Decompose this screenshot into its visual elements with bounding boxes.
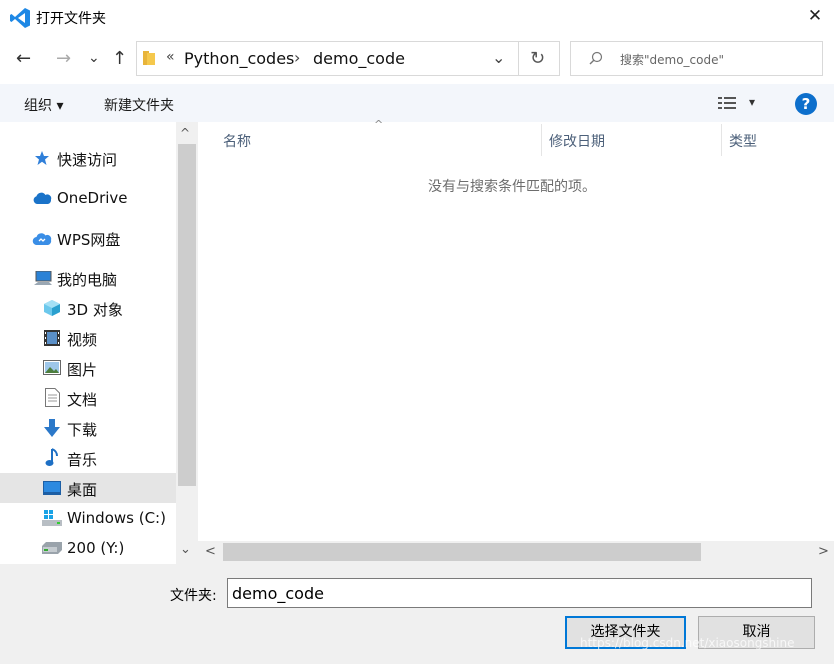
folder-name-input[interactable] bbox=[227, 578, 812, 608]
pictures-icon bbox=[43, 360, 61, 375]
windows-drive-icon bbox=[42, 510, 62, 526]
vscode-app-icon bbox=[9, 7, 31, 29]
sidebar-item-wps-cloud[interactable]: WPS网盘 bbox=[0, 223, 176, 253]
close-button[interactable]: ✕ bbox=[804, 6, 826, 28]
breadcrumb-python-codes[interactable]: Python_codes bbox=[184, 49, 294, 68]
sidebar-item-drive-y[interactable]: 200 (Y:) bbox=[0, 533, 176, 563]
sidebar-item-videos[interactable]: 视频 bbox=[0, 323, 176, 353]
column-header-modified[interactable]: 修改日期 bbox=[549, 131, 605, 151]
folder-icon bbox=[142, 50, 156, 66]
view-options-icon[interactable] bbox=[718, 96, 738, 110]
address-overflow-chevron[interactable]: « bbox=[166, 49, 175, 65]
empty-folder-message: 没有与搜索条件匹配的项。 bbox=[428, 179, 596, 195]
sidebar-item-label: OneDrive bbox=[57, 189, 128, 207]
sidebar-item-label: 200 (Y:) bbox=[67, 539, 125, 557]
view-dropdown-button[interactable]: ▾ bbox=[749, 95, 755, 109]
scroll-down-arrow[interactable]: ⌄ bbox=[180, 542, 191, 557]
sidebar-item-music[interactable]: 音乐 bbox=[0, 443, 176, 473]
title-bar bbox=[0, 0, 834, 36]
sidebar-item-label: 图片 bbox=[67, 361, 98, 379]
navigation-scrollbar-thumb[interactable] bbox=[178, 144, 196, 486]
network-drive-icon bbox=[42, 542, 62, 554]
music-icon bbox=[45, 448, 59, 467]
column-header-type[interactable]: 类型 bbox=[729, 131, 757, 151]
sidebar-item-label: 文档 bbox=[67, 391, 98, 409]
recent-locations-button[interactable]: ⌄ bbox=[88, 48, 100, 68]
download-icon bbox=[44, 419, 60, 437]
sidebar-item-label: 3D 对象 bbox=[67, 301, 123, 319]
sidebar-item-this-pc[interactable]: 我的电脑 bbox=[0, 263, 176, 293]
wps-cloud-icon bbox=[32, 232, 52, 245]
help-button[interactable]: ? bbox=[795, 93, 817, 115]
back-button[interactable]: ← bbox=[16, 49, 31, 69]
file-list-hscrollbar-thumb[interactable] bbox=[223, 543, 701, 561]
folder-field-label: 文件夹: bbox=[170, 588, 217, 604]
search-placeholder: 搜索"demo_code" bbox=[620, 53, 725, 67]
3d-objects-icon bbox=[43, 299, 61, 317]
desktop-icon bbox=[43, 481, 61, 495]
up-button[interactable]: ↑ bbox=[112, 49, 127, 69]
organize-button[interactable]: 组织 ▾ bbox=[24, 95, 63, 115]
sidebar-item-pictures[interactable]: 图片 bbox=[0, 353, 176, 383]
scroll-up-arrow[interactable]: ^ bbox=[180, 126, 190, 140]
sidebar-item-downloads[interactable]: 下载 bbox=[0, 413, 176, 443]
documents-icon bbox=[45, 388, 60, 407]
sort-ascending-icon: ^ bbox=[374, 118, 384, 131]
onedrive-cloud-icon bbox=[32, 192, 52, 204]
sidebar-item-onedrive[interactable]: OneDrive bbox=[0, 183, 176, 213]
search-icon bbox=[589, 51, 603, 65]
sidebar-item-label: 我的电脑 bbox=[57, 271, 118, 289]
sidebar-item-documents[interactable]: 文档 bbox=[0, 383, 176, 413]
quick-access-star-icon bbox=[34, 150, 50, 166]
column-divider[interactable] bbox=[541, 124, 542, 156]
sidebar-item-label: 快速访问 bbox=[57, 151, 118, 169]
sidebar-item-label: 视频 bbox=[67, 331, 98, 349]
column-header-name[interactable]: 名称 bbox=[223, 131, 251, 151]
sidebar-item-quick-access[interactable]: 快速访问 bbox=[0, 143, 176, 173]
watermark-text: https://blog.csdn.net/xiaosongshine bbox=[580, 636, 795, 650]
breadcrumb-separator[interactable]: › bbox=[294, 48, 300, 67]
sidebar-item-label: 桌面 bbox=[67, 481, 98, 499]
window-title: 打开文件夹 bbox=[36, 11, 106, 27]
sidebar-item-3d-objects[interactable]: 3D 对象 bbox=[0, 293, 176, 323]
address-history-dropdown[interactable]: ⌄ bbox=[492, 48, 505, 67]
sidebar-item-label: 下载 bbox=[67, 421, 98, 439]
scroll-left-arrow[interactable]: < bbox=[205, 544, 216, 559]
refresh-button[interactable]: ↻ bbox=[530, 48, 545, 69]
sidebar-item-label: Windows (C:) bbox=[67, 509, 166, 527]
column-divider[interactable] bbox=[721, 124, 722, 156]
breadcrumb-demo-code[interactable]: demo_code bbox=[313, 49, 405, 68]
computer-icon bbox=[33, 271, 53, 287]
new-folder-button[interactable]: 新建文件夹 bbox=[104, 95, 174, 115]
sidebar-item-desktop[interactable]: 桌面 bbox=[0, 473, 176, 503]
forward-button[interactable]: → bbox=[56, 49, 71, 69]
address-divider bbox=[518, 42, 519, 75]
sidebar-item-windows-c[interactable]: Windows (C:) bbox=[0, 503, 176, 533]
sidebar-item-label: WPS网盘 bbox=[57, 231, 121, 249]
video-icon bbox=[43, 329, 61, 347]
sidebar-item-label: 音乐 bbox=[67, 451, 98, 469]
scroll-right-arrow[interactable]: > bbox=[818, 544, 829, 559]
